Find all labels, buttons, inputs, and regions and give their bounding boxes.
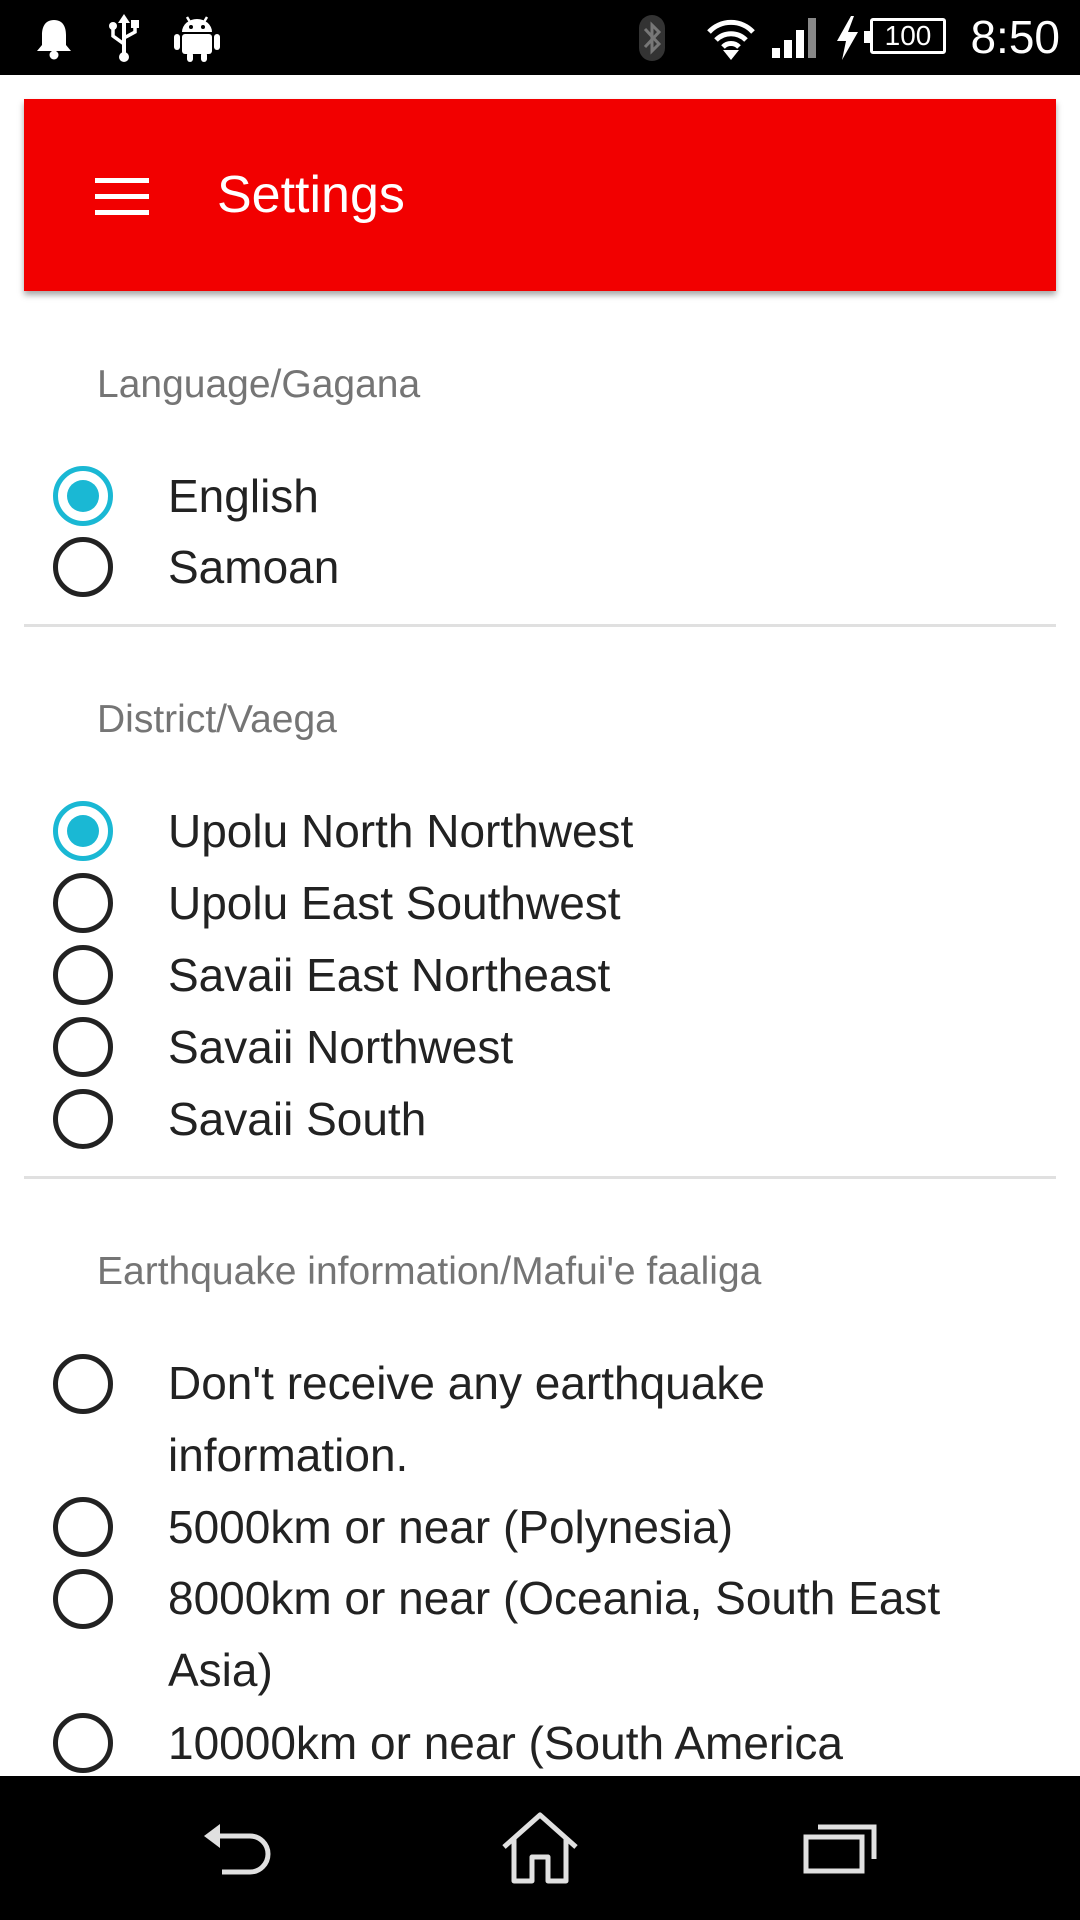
- section-title-language: Language/Gagana: [97, 363, 421, 406]
- radio-button[interactable]: [53, 1569, 113, 1629]
- option-label: Savaii East Northeast: [168, 949, 611, 1001]
- usb-icon: [108, 0, 140, 75]
- option-label: 10000km or near (South America: [168, 1717, 844, 1769]
- home-icon[interactable]: [460, 1776, 620, 1920]
- divider: [24, 624, 1056, 627]
- recent-apps-icon[interactable]: [760, 1776, 920, 1920]
- radio-button[interactable]: [53, 1497, 113, 1557]
- status-bar: 100 8:50: [0, 0, 1080, 75]
- bluetooth-icon: [638, 0, 666, 75]
- back-icon[interactable]: [160, 1776, 320, 1920]
- radio-button[interactable]: [53, 1089, 113, 1149]
- navigation-bar: [0, 1776, 1080, 1920]
- option-label: Savaii South: [168, 1093, 427, 1145]
- radio-button[interactable]: [53, 945, 113, 1005]
- settings-list[interactable]: Language/Gagana English Samoan District/…: [0, 291, 1080, 1776]
- option-label: Upolu North Northwest: [168, 805, 634, 857]
- battery-icon: 100: [864, 18, 946, 54]
- radio-button[interactable]: [53, 801, 113, 861]
- wifi-icon: [706, 0, 756, 75]
- option-label: Don't receive any earthquake information…: [168, 1357, 765, 1481]
- radio-button[interactable]: [53, 466, 113, 526]
- radio-button[interactable]: [53, 1354, 113, 1414]
- option-label: Samoan: [168, 541, 340, 593]
- option-label: 5000km or near (Polynesia): [168, 1501, 734, 1553]
- radio-button[interactable]: [53, 1017, 113, 1077]
- clock: 8:50: [970, 11, 1060, 63]
- menu-icon[interactable]: [84, 161, 160, 231]
- radio-button[interactable]: [53, 537, 113, 597]
- bell-icon: [34, 0, 74, 75]
- charging-icon: [834, 0, 860, 75]
- section-title-district: District/Vaega: [97, 698, 337, 741]
- option-label: English: [168, 470, 319, 522]
- radio-button[interactable]: [53, 873, 113, 933]
- option-label: Savaii Northwest: [168, 1021, 514, 1073]
- app-toolbar: Settings: [24, 99, 1056, 291]
- radio-button[interactable]: [53, 1713, 113, 1773]
- section-title-earthquake: Earthquake information/Mafui'e faaliga: [97, 1250, 762, 1293]
- android-icon: [174, 0, 220, 75]
- option-label: 8000km or near (Oceania, South East Asia…: [168, 1572, 941, 1696]
- divider: [24, 1176, 1056, 1179]
- signal-icon: [772, 0, 818, 75]
- option-label: Upolu East Southwest: [168, 877, 621, 929]
- page-title: Settings: [217, 166, 405, 224]
